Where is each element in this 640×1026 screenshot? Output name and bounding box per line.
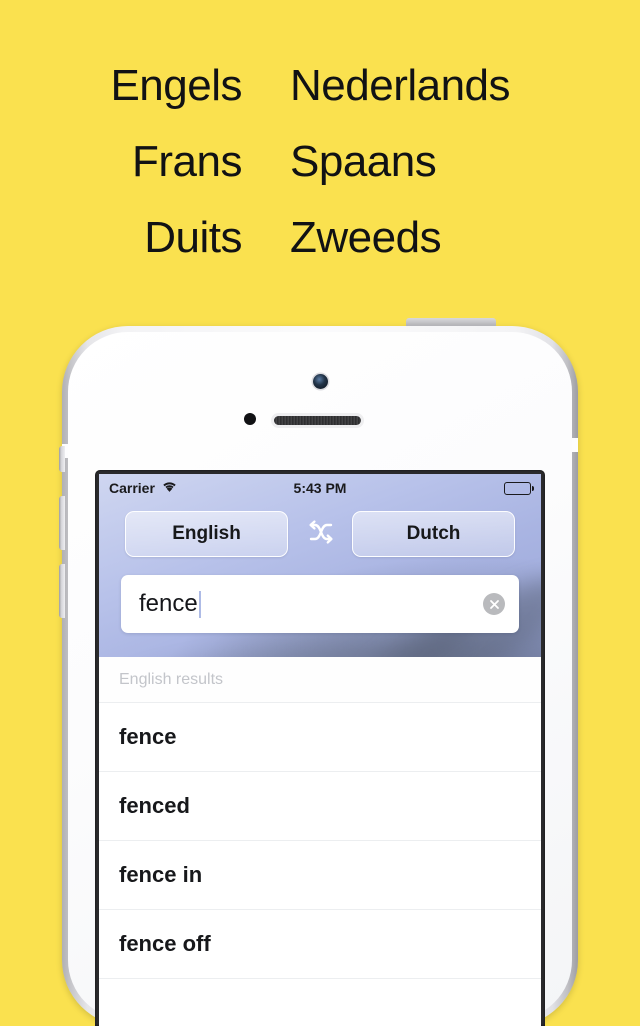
- search-input-value: fence: [139, 590, 198, 617]
- promo-word-frans: Frans: [132, 137, 242, 186]
- battery-full-icon: [504, 481, 534, 495]
- swap-languages-button[interactable]: [298, 512, 342, 556]
- list-item[interactable]: fence in: [99, 841, 541, 910]
- promo-word-spaans: Spaans: [290, 137, 437, 186]
- status-bar-left: Carrier: [109, 480, 320, 496]
- list-item[interactable]: fence off: [99, 910, 541, 979]
- status-bar: Carrier 5:43 PM: [99, 474, 541, 502]
- shuffle-swap-icon: [305, 518, 335, 551]
- language-selector-row: English Dutch: [99, 511, 541, 557]
- target-language-button[interactable]: Dutch: [352, 511, 515, 557]
- text-caret: [198, 590, 201, 618]
- proximity-sensor-icon: [244, 413, 256, 425]
- list-item[interactable]: fenced: [99, 772, 541, 841]
- promo-word-duits: Duits: [144, 213, 242, 262]
- results-list: English results fence fenced fence in fe…: [99, 657, 541, 979]
- antenna-break-right: [571, 438, 578, 452]
- search-input[interactable]: fence: [121, 575, 519, 633]
- mute-switch[interactable]: [59, 446, 65, 472]
- search-input-text: fence: [139, 590, 483, 618]
- earpiece-speaker-icon: [274, 416, 361, 425]
- search-field-wrapper: fence: [121, 575, 519, 633]
- promo-word-zweeds: Zweeds: [290, 213, 442, 262]
- volume-down-button[interactable]: [59, 564, 65, 618]
- source-language-button[interactable]: English: [125, 511, 288, 557]
- list-item[interactable]: fence: [99, 703, 541, 772]
- phone-screen-bezel: Carrier 5:43 PM English Dutch fence Engl…: [95, 470, 545, 1026]
- clear-circle-icon[interactable]: [483, 593, 505, 615]
- promo-word-nederlands: Nederlands: [290, 61, 511, 110]
- phone-mockup: Carrier 5:43 PM English Dutch fence Engl…: [59, 318, 578, 1026]
- phone-screen: Carrier 5:43 PM English Dutch fence Engl…: [99, 474, 541, 1026]
- results-section-header: English results: [99, 657, 541, 703]
- app-header: Carrier 5:43 PM English Dutch fence: [99, 474, 541, 657]
- carrier-label: Carrier: [109, 480, 155, 496]
- wifi-icon: [161, 480, 178, 496]
- camera-lens-icon: [313, 374, 328, 389]
- status-bar-right: [320, 481, 534, 495]
- volume-up-button[interactable]: [59, 496, 65, 550]
- promo-word-engels: Engels: [110, 61, 242, 110]
- promo-language-grid: Engels Nederlands Frans Spaans Duits Zwe…: [0, 48, 640, 278]
